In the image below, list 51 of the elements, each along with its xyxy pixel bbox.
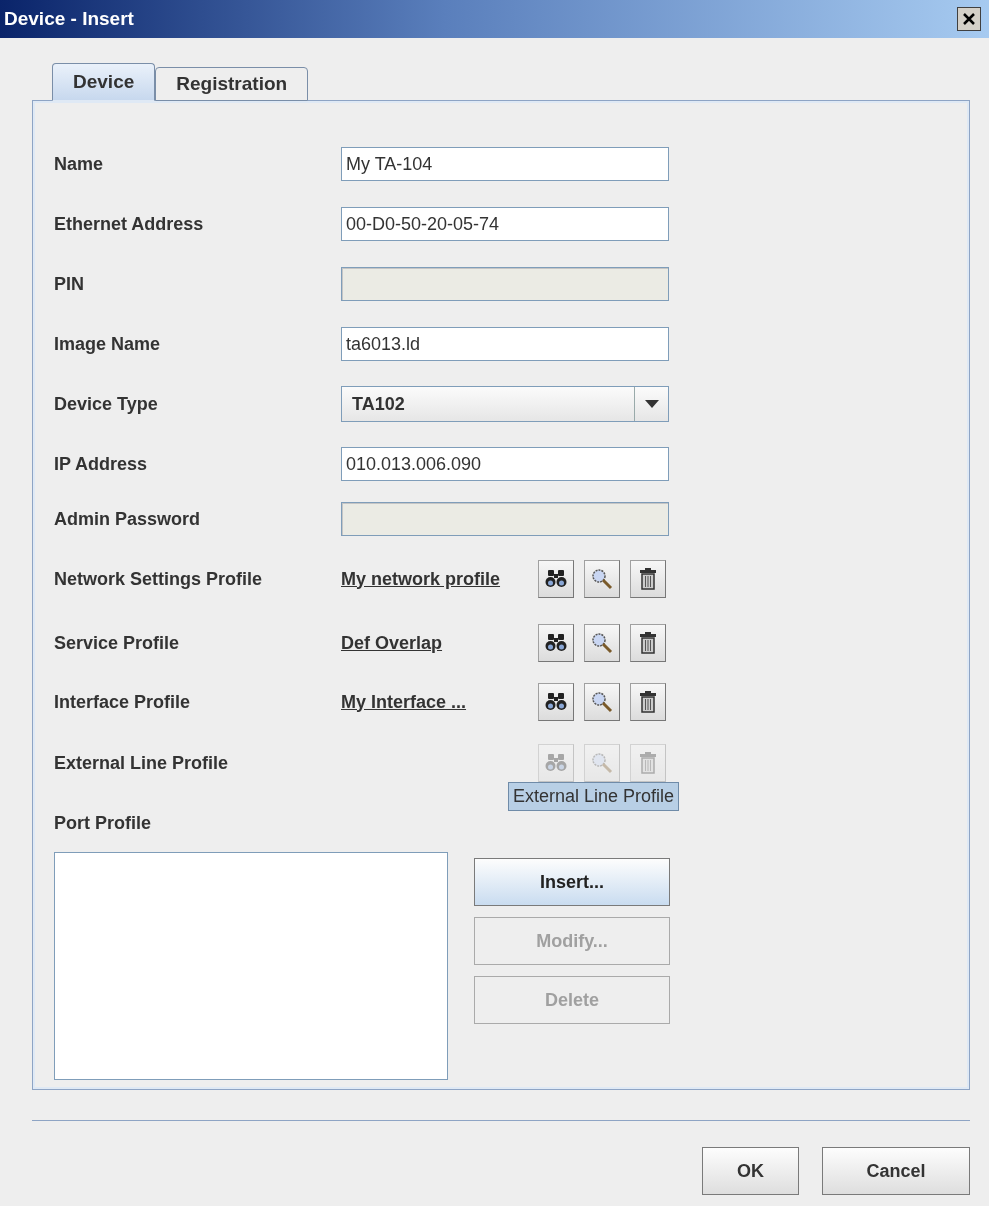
binoculars-icon [545,692,567,712]
field-label: External Line Profile [54,753,230,773]
trash-icon [639,632,657,654]
input-field[interactable]: ta6013.ld [341,327,669,361]
field-label: IP Address [54,454,149,474]
dialog-button[interactable]: OK [702,1147,799,1195]
field-label: Network Settings Profile [54,569,264,589]
trash-icon [639,691,657,713]
field-label: Device Type [54,394,159,414]
trash-icon [639,568,657,590]
close-icon [962,12,976,26]
field-label: Port Profile [54,813,152,833]
search-button[interactable] [584,624,620,662]
input-field[interactable]: 010.013.006.090 [341,447,669,481]
window-title: Device - Insert [4,8,134,30]
field-label: Admin Password [54,509,202,529]
field-label: Service Profile [54,633,181,653]
tab[interactable]: Device [52,63,156,101]
device-type-dropdown[interactable]: TA102 [341,386,669,422]
magnifier-icon [591,632,613,654]
magnifier-icon [591,568,613,590]
binoculars-icon [545,753,567,773]
field-label: Interface Profile [54,692,192,712]
close-button[interactable] [957,7,981,31]
browse-button[interactable] [538,560,574,598]
delete-button[interactable] [630,683,666,721]
dialog-button[interactable]: Cancel [822,1147,970,1195]
profile-link[interactable]: My Interface ... [341,692,538,712]
browse-button[interactable] [538,624,574,662]
field-label: Ethernet Address [54,214,205,234]
binoculars-icon [545,633,567,653]
field-label: Name [54,154,105,174]
tooltip: External Line Profile [508,782,680,811]
port-profile-button[interactable]: Insert... [474,858,670,906]
magnifier-icon [591,691,613,713]
field-label: Image Name [54,334,162,354]
input-field[interactable]: 00-D0-50-20-05-74 [341,207,669,241]
tab[interactable]: Registration [155,67,309,101]
browse-button[interactable] [538,683,574,721]
search-button[interactable] [584,683,620,721]
magnifier-icon [591,752,613,774]
profile-link[interactable]: Def Overlap [341,633,538,653]
profile-link[interactable]: My network profile [341,569,538,589]
input-field[interactable]: My TA-104 [341,147,669,181]
delete-button[interactable] [630,624,666,662]
search-button[interactable] [584,560,620,598]
binoculars-icon [545,569,567,589]
field-label: PIN [54,274,85,294]
trash-icon [639,752,657,774]
caret-icon [644,400,659,408]
delete-button[interactable] [630,560,666,598]
